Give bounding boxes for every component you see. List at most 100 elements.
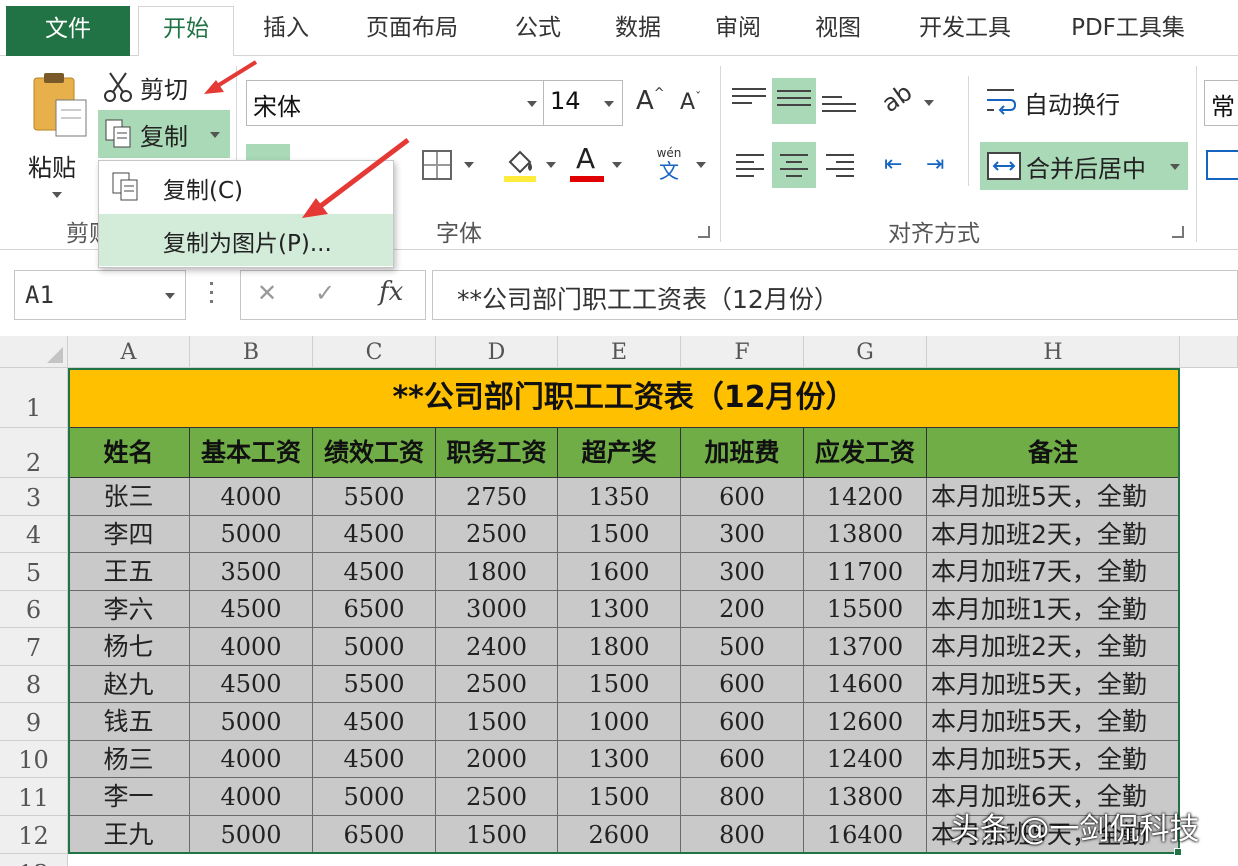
value-cell[interactable]: 800 [681,778,804,816]
value-cell[interactable]: 5500 [313,666,436,703]
alignment-dialog-launcher-icon[interactable] [1172,226,1184,238]
value-cell[interactable]: 1500 [436,816,558,854]
value-cell[interactable]: 5000 [190,816,313,854]
fill-color-icon[interactable] [500,144,540,184]
chevron-down-icon[interactable] [924,100,934,106]
tab-home[interactable]: 开始 [138,6,234,57]
value-cell[interactable]: 5500 [313,478,436,516]
chevron-down-icon[interactable] [612,162,622,168]
value-cell[interactable]: 600 [681,666,804,703]
number-format-select[interactable]: 常 [1204,80,1238,126]
value-cell[interactable]: 1000 [558,703,681,741]
font-dialog-launcher-icon[interactable] [698,226,710,238]
tab-insert[interactable]: 插入 [250,0,322,56]
name-cell[interactable]: 王九 [68,816,190,854]
header-cell[interactable]: 备注 [927,428,1180,478]
increase-indent-icon[interactable]: ⇥ [926,152,944,177]
name-cell[interactable]: 李四 [68,516,190,553]
phonetic-icon[interactable]: wén 文 [652,146,686,186]
note-cell[interactable]: 本月加班5天，全勤 [927,741,1180,778]
name-box[interactable]: A1 [14,270,186,320]
tab-page-layout[interactable]: 页面布局 [352,0,472,56]
value-cell[interactable]: 600 [681,478,804,516]
chevron-down-icon[interactable] [464,162,474,168]
value-cell[interactable]: 1350 [558,478,681,516]
align-center-icon[interactable] [772,142,816,188]
row-header-9[interactable]: 9 [0,703,68,741]
value-cell[interactable]: 1300 [558,741,681,778]
tab-review[interactable]: 审阅 [702,0,774,56]
value-cell[interactable]: 3000 [436,591,558,628]
row-header-1[interactable]: 1 [0,368,68,428]
tab-developer[interactable]: 开发工具 [904,0,1026,56]
name-cell[interactable]: 王五 [68,553,190,591]
insert-function-icon[interactable]: fx [379,277,403,307]
text-orientation-icon[interactable]: ab [877,78,918,118]
chevron-down-icon[interactable] [165,293,175,299]
align-bottom-icon[interactable] [822,96,856,126]
value-cell[interactable]: 1800 [436,553,558,591]
name-cell[interactable]: 李一 [68,778,190,816]
row-header-11[interactable]: 11 [0,778,68,816]
font-family-select[interactable]: 宋体 [246,80,544,126]
header-cell[interactable]: 应发工资 [804,428,927,478]
note-cell[interactable]: 本月加班5天，全勤 [927,703,1180,741]
value-cell[interactable]: 600 [681,741,804,778]
column-header-c[interactable]: C [313,336,436,368]
row-header-8[interactable]: 8 [0,666,68,703]
value-cell[interactable]: 4500 [313,516,436,553]
value-cell[interactable]: 6500 [313,816,436,854]
wrap-text-button[interactable]: 自动换行 [982,82,1172,122]
value-cell[interactable]: 13700 [804,628,927,666]
value-cell[interactable]: 1500 [436,703,558,741]
name-cell[interactable]: 李六 [68,591,190,628]
note-cell[interactable]: 本月加班2天，全勤 [927,516,1180,553]
value-cell[interactable]: 5000 [313,778,436,816]
formula-bar-options-icon[interactable] [210,282,214,306]
value-cell[interactable]: 1600 [558,553,681,591]
value-cell[interactable]: 4000 [190,628,313,666]
merge-center-button[interactable]: 合并后居中 [980,142,1188,190]
value-cell[interactable]: 4000 [190,741,313,778]
row-header-3[interactable]: 3 [0,478,68,516]
name-cell[interactable]: 赵九 [68,666,190,703]
value-cell[interactable]: 600 [681,703,804,741]
chevron-down-icon[interactable] [696,162,706,168]
value-cell[interactable]: 4500 [190,591,313,628]
select-all-button[interactable] [0,336,68,368]
column-header-b[interactable]: B [190,336,313,368]
value-cell[interactable]: 12600 [804,703,927,741]
tab-formulas[interactable]: 公式 [502,0,574,56]
value-cell[interactable]: 3500 [190,553,313,591]
value-cell[interactable]: 1500 [558,666,681,703]
borders-icon[interactable] [422,150,452,180]
paste-button[interactable]: 粘贴 [20,66,96,204]
tab-data[interactable]: 数据 [602,0,674,56]
value-cell[interactable]: 300 [681,553,804,591]
value-cell[interactable]: 4500 [313,703,436,741]
decrease-font-size-icon[interactable]: Aˇ [680,90,701,115]
value-cell[interactable]: 1300 [558,591,681,628]
value-cell[interactable]: 15500 [804,591,927,628]
value-cell[interactable]: 300 [681,516,804,553]
value-cell[interactable]: 1500 [558,778,681,816]
value-cell[interactable]: 2750 [436,478,558,516]
increase-font-size-icon[interactable]: A^ [636,86,665,116]
value-cell[interactable]: 4500 [190,666,313,703]
value-cell[interactable]: 2600 [558,816,681,854]
chevron-down-icon[interactable] [546,162,556,168]
value-cell[interactable]: 4500 [313,553,436,591]
header-cell[interactable]: 基本工资 [190,428,313,478]
decrease-indent-icon[interactable]: ⇤ [884,152,902,177]
value-cell[interactable]: 4000 [190,778,313,816]
copy-button[interactable]: 复制 [98,110,230,158]
value-cell[interactable]: 2400 [436,628,558,666]
note-cell[interactable]: 本月加班5天，全勤 [927,478,1180,516]
value-cell[interactable]: 12400 [804,741,927,778]
value-cell[interactable]: 16400 [804,816,927,854]
value-cell[interactable]: 6500 [313,591,436,628]
align-right-icon[interactable] [826,154,854,180]
value-cell[interactable]: 14200 [804,478,927,516]
value-cell[interactable]: 800 [681,816,804,854]
align-middle-icon[interactable] [772,78,816,124]
